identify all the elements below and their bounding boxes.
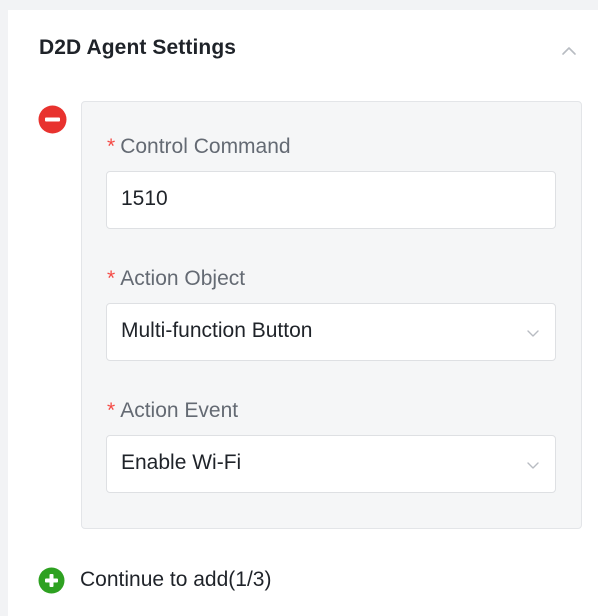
- chevron-down-icon: [526, 326, 540, 340]
- top-divider: [0, 0, 598, 10]
- continue-to-add-label: Continue to add(1/3): [80, 568, 272, 591]
- plus-circle-icon: [38, 567, 65, 594]
- control-command-label-text: Control Command: [120, 135, 291, 158]
- required-marker: *: [107, 267, 116, 290]
- control-command-value: 1510: [121, 187, 168, 210]
- action-object-select[interactable]: Multi-function Button: [106, 303, 556, 361]
- panel-title: D2D Agent Settings: [39, 36, 237, 59]
- action-object-value: Multi-function Button: [121, 319, 313, 342]
- action-object-label: * Action Object: [107, 267, 245, 291]
- minus-circle-icon[interactable]: [38, 105, 67, 134]
- d2d-agent-settings-panel: D2D Agent Settings * Control Command 1510…: [8, 10, 598, 616]
- action-event-select[interactable]: Enable Wi-Fi: [106, 435, 556, 493]
- control-command-label: * Control Command: [107, 135, 291, 159]
- chevron-up-icon[interactable]: [558, 40, 580, 62]
- action-event-label-text: Action Event: [120, 399, 239, 422]
- required-marker: *: [107, 399, 116, 422]
- chevron-down-icon: [526, 458, 540, 472]
- page: D2D Agent Settings * Control Command 1510…: [0, 0, 598, 616]
- left-divider: [0, 0, 8, 616]
- rule-card: * Control Command 1510 * Action Object Mul…: [81, 101, 582, 529]
- control-command-input[interactable]: 1510: [106, 171, 556, 229]
- action-object-label-text: Action Object: [120, 267, 246, 290]
- action-event-value: Enable Wi-Fi: [121, 451, 242, 474]
- required-marker: *: [107, 135, 116, 158]
- continue-to-add-button[interactable]: Continue to add(1/3): [38, 565, 271, 595]
- action-event-label: * Action Event: [107, 399, 238, 423]
